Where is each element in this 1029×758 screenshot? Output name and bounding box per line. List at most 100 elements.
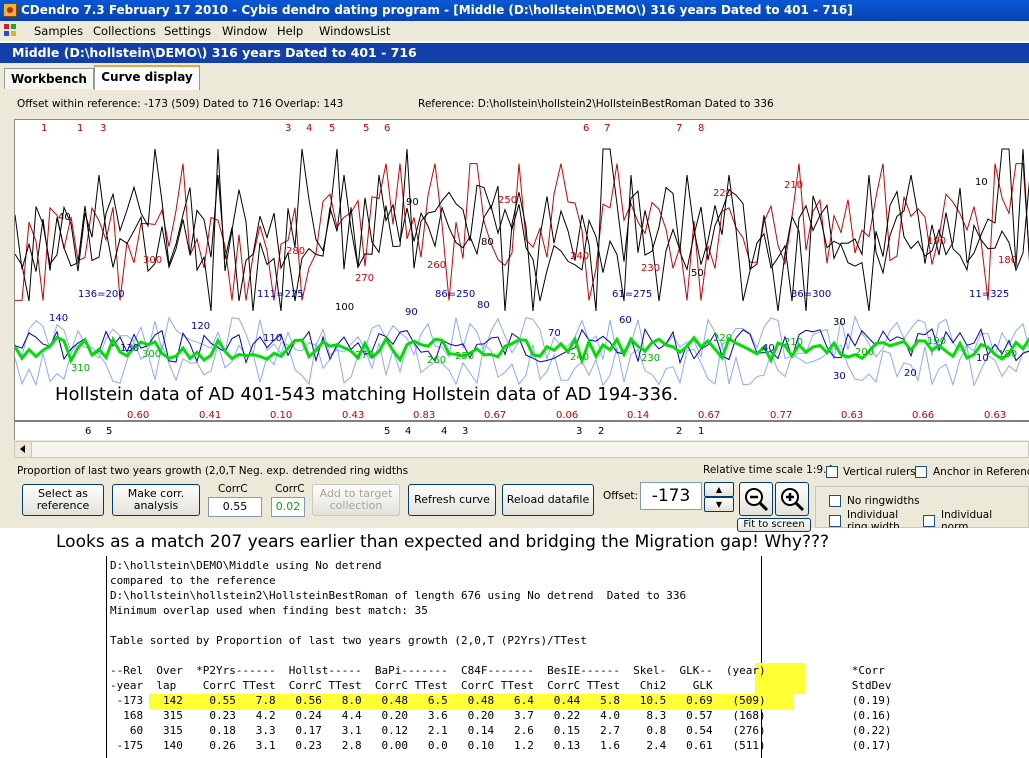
menu-settings[interactable]: Settings xyxy=(164,24,211,38)
segment-corr: 0.67 xyxy=(484,410,507,421)
reload-datafile-label: Reload datafile xyxy=(506,493,590,506)
individual-ring-checkbox[interactable] xyxy=(829,515,841,527)
vertical-rulers-checkbox[interactable] xyxy=(826,466,838,478)
offset-info: Offset within reference: -173 (509) Date… xyxy=(17,98,344,110)
sample-index-series xyxy=(15,335,1029,366)
mdi-caption-bar: Middle (D:\hollstein\DEMO\) 316 years Da… xyxy=(0,43,1029,63)
no-ringwidths-checkbox[interactable] xyxy=(829,495,841,507)
fit-to-screen-button[interactable]: Fit to screen xyxy=(737,518,811,532)
bottom-marker: 2 xyxy=(598,426,605,437)
plot-annotation: Hollstein data of AD 401-543 matching Ho… xyxy=(55,384,679,405)
report-line: D:\hollstein\DEMO\Middle using No detren… xyxy=(110,559,382,572)
index-sample-label: 240 xyxy=(570,352,590,363)
sample-year-label: 80 xyxy=(481,237,494,248)
report-line: Table sorted by Proportion of last two y… xyxy=(110,634,587,647)
report-table-row: 60 315 0.18 3.3 0.17 3.1 0.12 2.1 0.14 2… xyxy=(110,724,892,737)
make-corr-analysis-button[interactable]: Make corr. analysis xyxy=(112,484,200,516)
top-marker: 1 xyxy=(41,123,48,134)
year-label: 11=325 xyxy=(969,289,1010,300)
sample-year-label: 10 xyxy=(975,177,988,188)
sample-index-line xyxy=(15,335,1029,366)
index-year-label: 20 xyxy=(904,368,917,379)
sample-ringwidth-line-1 xyxy=(15,148,1029,312)
reference-year-label: 210 xyxy=(784,180,804,191)
zoom-out-button[interactable] xyxy=(739,482,773,516)
menu-windowslist[interactable]: WindowsList xyxy=(319,24,390,38)
chevron-down-icon: ▼ xyxy=(715,499,723,509)
sample-ringwidth-series xyxy=(15,148,1029,312)
no-ringwidths-label: No ringwidths xyxy=(847,495,920,507)
index-year-label: 10 xyxy=(976,353,989,364)
select-as-reference-button[interactable]: Select as reference xyxy=(22,484,104,516)
reload-datafile-button[interactable]: Reload datafile xyxy=(502,484,594,516)
corrc-label: CorrC xyxy=(275,483,305,495)
add-to-target-collection-button[interactable]: Add to target collection xyxy=(312,484,400,516)
reference-year-label: 180 xyxy=(998,255,1018,266)
reference-year-label: 300 xyxy=(143,255,163,266)
index-year-label: 130 xyxy=(120,343,140,354)
reference-lower-band-line xyxy=(15,340,1029,388)
sample-year-label: 30 xyxy=(833,317,846,328)
index-year-label: 70 xyxy=(548,328,561,339)
annotation-caption: Looks as a match 207 years earlier than … xyxy=(56,532,830,552)
zoom-in-button[interactable] xyxy=(775,482,809,516)
menu-window[interactable]: Window xyxy=(222,24,267,38)
scroll-left-icon[interactable] xyxy=(15,442,32,457)
index-year-label: 140 xyxy=(49,313,69,324)
index-sample-label: 220 xyxy=(713,333,733,344)
tab-curve-display[interactable]: Curve display xyxy=(94,65,200,90)
top-marker: 4 xyxy=(306,123,313,134)
reference-info: Reference: D:\hollstein\hollstein2\Holls… xyxy=(418,98,774,110)
report-table-header: --Rel Over *P2Yrs------ Hollst----- BaPi… xyxy=(110,664,885,677)
report-line: Minimum overlap used when finding best m… xyxy=(110,604,428,617)
index-year-label: 40 xyxy=(762,343,775,354)
segment-corr: 0.06 xyxy=(556,410,579,421)
make-corr-analysis-label: Make corr. analysis xyxy=(127,487,185,512)
index-sample-label: 270 xyxy=(355,350,375,361)
reference-year-label: 250 xyxy=(498,195,518,206)
sample-year-label: 100 xyxy=(335,302,355,313)
segment-corr: 0.83 xyxy=(413,410,436,421)
reference-year-label: 220 xyxy=(713,188,733,199)
index-year-label: 30 xyxy=(833,371,846,382)
offset-input[interactable]: -173 xyxy=(640,482,702,510)
bottom-marker: 2 xyxy=(676,426,683,437)
refresh-curve-label: Refresh curve xyxy=(414,493,490,506)
offset-stepper[interactable]: ▲ ▼ xyxy=(704,482,734,512)
individual-norm-checkbox[interactable] xyxy=(923,515,935,527)
plot-scrollbar[interactable] xyxy=(14,441,1029,458)
report-line: D:\hollstein\hollstein2\HollsteinBestRom… xyxy=(110,589,687,602)
report-table-row: 168 315 0.23 4.2 0.24 4.4 0.20 3.6 0.20 … xyxy=(110,709,892,722)
reference-year-label: 230 xyxy=(641,263,661,274)
time-scale-label: Relative time scale 1:9.4 xyxy=(703,464,834,476)
individual-norm-label: Individual norm scaling xyxy=(941,509,993,528)
report-table-header: -year lap CorrC TTest CorrC TTest CorrC … xyxy=(110,679,892,692)
tab-strip: Workbench Curve display xyxy=(0,63,1029,90)
offset-label: Offset: xyxy=(603,490,639,502)
index-year-label: 110 xyxy=(263,333,283,344)
anchor-checkbox[interactable] xyxy=(915,466,927,478)
index-year-label: 80 xyxy=(477,300,490,311)
segment-corr: 0.60 xyxy=(127,410,150,421)
curve-plot[interactable]: 1 1 3 3 4 5 5 6 6 7 7 8 6 5 5 4 4 3 3 2 … xyxy=(14,119,1029,440)
menu-collections[interactable]: Collections xyxy=(93,24,156,38)
tab-workbench[interactable]: Workbench xyxy=(4,68,94,89)
offset-down-button[interactable]: ▼ xyxy=(704,497,734,512)
offset-up-button[interactable]: ▲ xyxy=(704,482,734,497)
index-sample-label: 230 xyxy=(641,353,661,364)
window-title: CDendro 7.3 February 17 2010 - Cybis den… xyxy=(21,3,853,17)
analysis-report: D:\hollstein\DEMO\Middle using No detren… xyxy=(106,556,891,758)
bottom-marker: 6 xyxy=(85,426,92,437)
top-marker: 6 xyxy=(384,123,391,134)
segment-corr: 0.67 xyxy=(698,410,721,421)
menu-samples[interactable]: Samples xyxy=(34,24,83,38)
menu-help[interactable]: Help xyxy=(277,24,303,38)
mdi-window-icon[interactable] xyxy=(4,24,18,38)
bottom-marker: 3 xyxy=(462,426,469,437)
top-marker: 3 xyxy=(100,123,107,134)
index-sample-label: 180 xyxy=(998,349,1018,360)
chevron-up-icon: ▲ xyxy=(715,484,723,494)
refresh-curve-button[interactable]: Refresh curve xyxy=(408,484,496,516)
segment-corr: 0.41 xyxy=(199,410,222,421)
corrc-value-field: 0.02 xyxy=(271,497,305,517)
